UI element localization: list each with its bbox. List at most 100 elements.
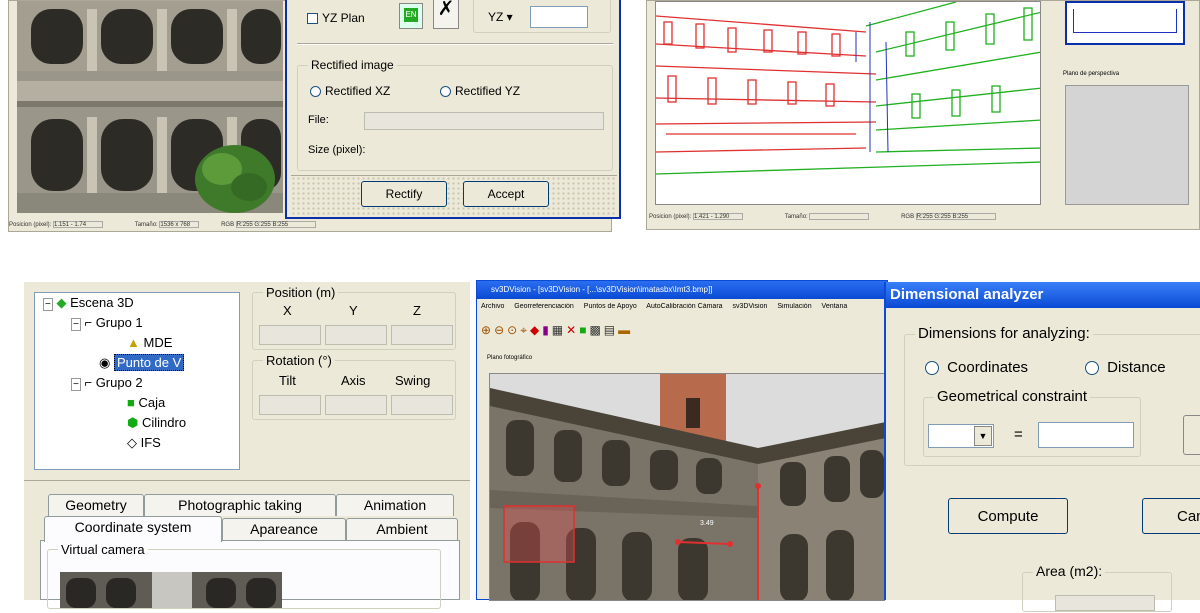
radio-circle[interactable]: [1085, 361, 1099, 376]
file-field[interactable]: [364, 112, 604, 130]
tree-item-grupo2[interactable]: − ⌐ Grupo 2: [43, 373, 239, 393]
tab-animation[interactable]: Animation: [336, 494, 454, 516]
pos-x-field[interactable]: [259, 325, 321, 345]
rot-swing-label: Swing: [395, 373, 431, 388]
chart-icon[interactable]: ▮: [542, 323, 552, 337]
rectified-yz-radio[interactable]: Rectified YZ: [440, 84, 520, 98]
cylinder-icon: ⬢: [127, 415, 139, 430]
tab-ambient[interactable]: Ambient: [346, 518, 458, 540]
radio-circle[interactable]: [310, 86, 321, 98]
vstatus-size-label: Tamaño:: [784, 214, 808, 221]
zoom-window-icon[interactable]: ⊙: [507, 323, 520, 337]
pos-y-field[interactable]: [325, 325, 387, 345]
tree-item-punto[interactable]: ◉ Punto de V: [43, 353, 239, 373]
yz-plan-checkbox[interactable]: YZ Plan: [307, 11, 365, 25]
tree-item-escena[interactable]: − ◆ Escena 3D: [43, 293, 239, 313]
tree-item-caja[interactable]: ■ Caja: [43, 393, 239, 413]
tab-apareance[interactable]: Apareance: [222, 518, 346, 540]
rectify-button[interactable]: Rectify: [361, 181, 447, 207]
menu-autocal[interactable]: AutoCalibración Cámara: [646, 303, 722, 310]
rot-axis-field[interactable]: [325, 395, 387, 415]
cancel-button[interactable]: Can: [1142, 498, 1200, 534]
group-icon: ⌐: [84, 375, 93, 390]
rot-tilt-field[interactable]: [259, 395, 321, 415]
rotation-group: Rotation (°) Tilt Axis Swing: [252, 353, 456, 420]
cloister-photo: [17, 1, 283, 213]
dimensional-title: Dimensional analyzer: [890, 286, 1044, 303]
side-button-edge[interactable]: [1183, 415, 1200, 455]
tree-item-grupo1[interactable]: − ⌐ Grupo 1: [43, 313, 239, 333]
coordinates-radio[interactable]: Coordinates: [925, 359, 1028, 376]
area-group: Area (m2):: [1022, 563, 1172, 612]
rectified-group-title: Rectified image: [308, 58, 397, 72]
status-position-value: 1.151 - 1.74: [53, 221, 104, 228]
line-tool-icon[interactable]: ✕: [566, 323, 579, 337]
tree-item-mde[interactable]: ▲ MDE: [43, 333, 239, 353]
render-icon[interactable]: ▩: [589, 323, 603, 337]
rectify-dialog: YZ Plan EN ✗ YZ ▾ Rectified image Rectif…: [285, 0, 621, 219]
mesh-icon: ◇: [127, 435, 137, 450]
image-icon[interactable]: ▬: [618, 323, 633, 337]
virtual-camera-group: Virtual camera: [47, 542, 441, 609]
grid-icon[interactable]: ▦: [552, 323, 566, 337]
distance-radio[interactable]: Distance: [1085, 359, 1166, 376]
rectified-xz-label: Rectified XZ: [325, 84, 391, 98]
vstatus-rgb-value: R:255 G:255 B:255: [915, 213, 996, 220]
constraint-select[interactable]: ▼: [928, 424, 994, 448]
tab-geometry[interactable]: Geometry: [48, 494, 144, 516]
tab-photographic[interactable]: Photographic taking: [144, 494, 336, 516]
cube-icon[interactable]: ■: [579, 323, 589, 337]
separator: [297, 43, 613, 45]
position-title: Position (m): [263, 285, 339, 300]
tree-label: IFS: [140, 435, 161, 450]
overview-thumbnail: [1065, 1, 1185, 45]
extracted-lines: [656, 2, 1040, 175]
status-rgb-label: RGB: [221, 222, 235, 229]
menu-archivo[interactable]: Archivo: [481, 303, 504, 310]
constraint-title: Geometrical constraint: [934, 388, 1091, 405]
tab-coordinate-system[interactable]: Coordinate system: [44, 516, 222, 542]
table-icon[interactable]: ▤: [604, 323, 618, 337]
group-icon: ⌐: [84, 315, 93, 330]
area-value-field[interactable]: [1055, 595, 1155, 611]
yz-plan-label: YZ Plan: [322, 11, 365, 25]
yz-input[interactable]: [530, 6, 588, 28]
position-group: Position (m) X Y Z: [252, 285, 456, 350]
pos-z-field[interactable]: [391, 325, 453, 345]
checkbox-box[interactable]: [307, 13, 318, 25]
radio-circle[interactable]: [440, 86, 451, 98]
point-icon[interactable]: ◆: [530, 323, 542, 337]
tree-item-cilindro[interactable]: ⬢ Cilindro: [43, 413, 239, 433]
compute-button[interactable]: Compute: [948, 498, 1068, 534]
dimensional-dialog: Dimensional analyzer Dimensions for anal…: [884, 282, 1200, 612]
zoom-out-icon[interactable]: ⊖: [494, 323, 507, 337]
accept-button[interactable]: Accept: [463, 181, 549, 207]
terrain-icon: ▲: [127, 335, 140, 350]
pan-icon[interactable]: ⌖: [520, 323, 530, 337]
vstatus-position-value: 1.421 - 1.290: [693, 213, 744, 220]
rot-swing-field[interactable]: [391, 395, 453, 415]
menu-ventana[interactable]: Ventana: [822, 303, 848, 310]
zoom-in-icon[interactable]: ⊕: [481, 323, 494, 337]
tree-item-ifs[interactable]: ◇ IFS: [43, 433, 239, 453]
tree-label: Caja: [138, 395, 166, 410]
rectified-xz-radio[interactable]: Rectified XZ: [310, 84, 390, 98]
scene-icon: ◆: [56, 295, 67, 310]
rectified-yz-label: Rectified YZ: [455, 84, 521, 98]
tree-label: Punto de V: [113, 354, 185, 371]
menu-simulacion[interactable]: Simulación: [777, 303, 811, 310]
menu-georref[interactable]: Georreferenciación: [514, 303, 574, 310]
menu-sv3d[interactable]: sv3DVision: [733, 303, 768, 310]
green-tool-icon[interactable]: EN: [399, 3, 423, 29]
constraint-value-input[interactable]: [1038, 422, 1134, 448]
file-label: File:: [308, 114, 329, 126]
status-size-label: Tamaño:: [134, 222, 158, 229]
pos-x-label: X: [283, 303, 292, 318]
menu-puntos[interactable]: Puntos de Apoyo: [584, 303, 637, 310]
scene-tree: − ◆ Escena 3D − ⌐ Grupo 1 ▲ MDE ◉ Punto …: [34, 292, 240, 470]
cross-tool-button[interactable]: ✗: [433, 0, 459, 29]
radio-circle[interactable]: [925, 361, 939, 376]
chevron-down-icon[interactable]: ▼: [974, 426, 992, 446]
toolbar: ⊕⊖⊙⌖◆▮▦✕■▩▤▬: [481, 323, 781, 341]
tree-label: Grupo 2: [95, 375, 143, 390]
